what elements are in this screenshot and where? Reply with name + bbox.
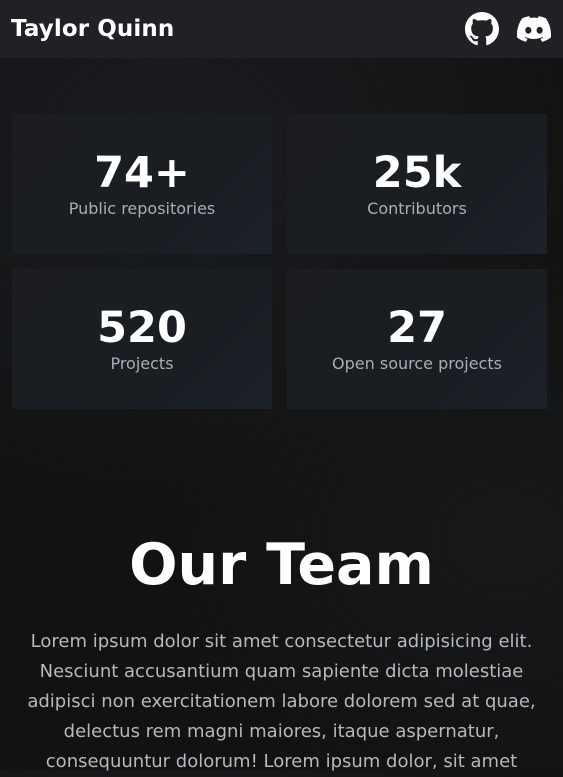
- stat-label: Projects: [110, 354, 174, 373]
- stat-label: Contributors: [367, 199, 467, 218]
- stats-grid: 74+ Public repositories 25k Contributors…: [12, 114, 547, 409]
- stat-card-public-repositories: 74+ Public repositories: [12, 114, 272, 254]
- discord-link[interactable]: [517, 12, 551, 46]
- stat-value: 520: [97, 303, 187, 353]
- team-description: Lorem ipsum dolor sit amet consectetur a…: [27, 631, 536, 772]
- stat-card-contributors: 25k Contributors: [287, 114, 547, 254]
- stat-value: 25k: [372, 148, 462, 198]
- navbar: Taylor Quinn: [0, 0, 563, 58]
- stat-card-open-source-projects: 27 Open source projects: [287, 269, 547, 409]
- stat-label: Open source projects: [332, 354, 502, 373]
- stat-value: 27: [387, 303, 447, 353]
- github-link[interactable]: [465, 12, 499, 46]
- github-icon: [465, 12, 499, 46]
- team-heading: Our Team: [129, 532, 434, 598]
- stat-card-projects: 520 Projects: [12, 269, 272, 409]
- social-links: [465, 12, 551, 46]
- stat-label: Public repositories: [68, 199, 216, 218]
- brand-name[interactable]: Taylor Quinn: [11, 16, 174, 42]
- discord-icon: [517, 16, 551, 42]
- stat-value: 74+: [94, 148, 190, 198]
